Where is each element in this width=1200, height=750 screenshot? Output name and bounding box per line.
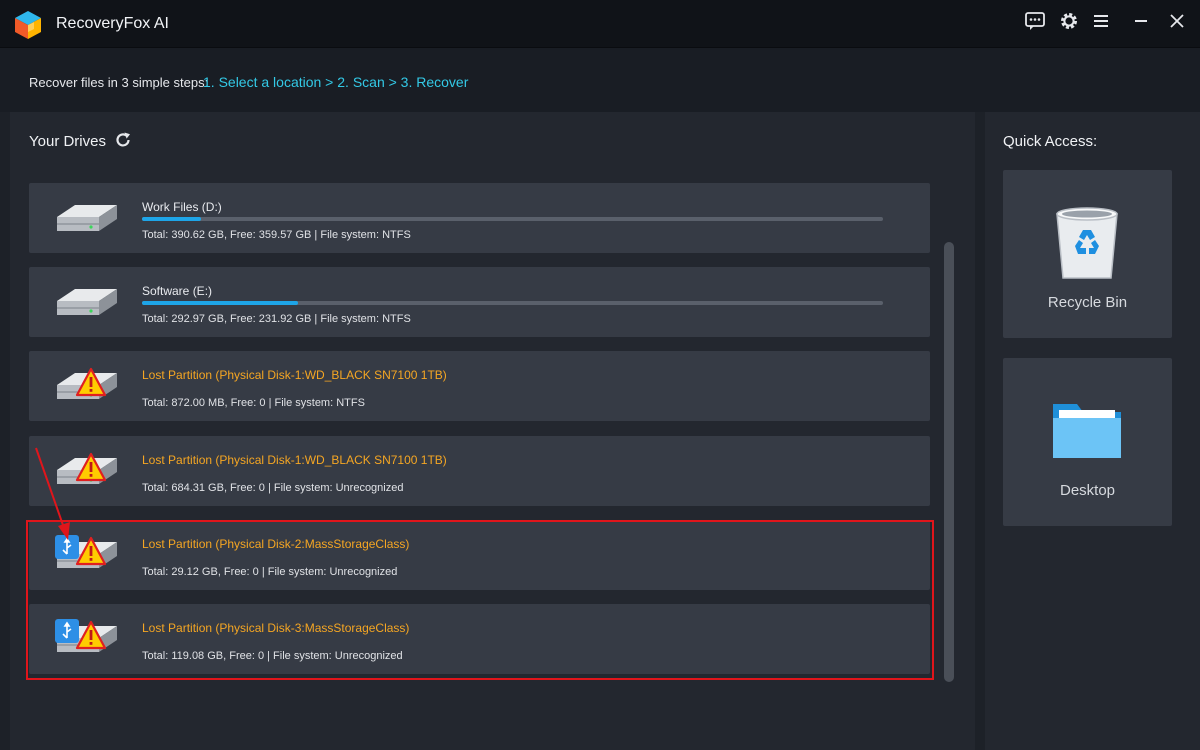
quick-access-panel: Quick Access: Recycle Bin Desktop (985, 112, 1200, 750)
recycle-bin-tile[interactable]: Recycle Bin (1003, 170, 1172, 338)
drives-scrollbar[interactable] (944, 242, 954, 682)
drive-item-work-files[interactable]: Work Files (D:) Total: 390.62 GB, Free: … (29, 183, 930, 253)
title-bar: RecoveryFox AI (0, 0, 1200, 48)
drive-name: Lost Partition (Physical Disk-3:MassStor… (142, 621, 410, 635)
app-title: RecoveryFox AI (56, 15, 169, 32)
usage-bar-fill (142, 217, 202, 221)
drive-info: Total: 29.12 GB, Free: 0 | File system: … (142, 566, 398, 578)
gear-icon[interactable] (1058, 10, 1080, 32)
drive-item-lost-partition-usb-1[interactable]: Lost Partition (Physical Disk-2:MassStor… (29, 520, 930, 590)
app-logo-icon (12, 9, 44, 41)
recycle-bin-label: Recycle Bin (1047, 294, 1128, 311)
hard-drive-icon (51, 281, 123, 323)
close-icon[interactable] (1166, 10, 1188, 32)
desktop-tile[interactable]: Desktop (1003, 358, 1172, 526)
steps-lead-text: Recover files in 3 simple steps: (29, 75, 209, 90)
drive-name: Lost Partition (Physical Disk-1:WD_BLACK… (142, 453, 447, 467)
drive-item-lost-partition-usb-2[interactable]: Lost Partition (Physical Disk-3:MassStor… (29, 604, 930, 674)
desktop-label: Desktop (1059, 482, 1116, 499)
drive-name: Lost Partition (Physical Disk-2:MassStor… (142, 537, 410, 551)
feedback-icon[interactable] (1024, 10, 1046, 32)
drive-name: Software (E:) (142, 284, 213, 298)
usage-bar (142, 301, 883, 305)
drive-item-software[interactable]: Software (E:) Total: 292.97 GB, Free: 23… (29, 267, 930, 337)
usage-bar (142, 217, 883, 221)
drive-info: Total: 119.08 GB, Free: 0 | File system:… (142, 650, 403, 662)
drives-title: Your Drives (29, 133, 106, 150)
steps-path-text: 1. Select a location > 2. Scan > 3. Reco… (203, 74, 469, 90)
recycle-bin-icon (1047, 200, 1127, 280)
drive-info: Total: 292.97 GB, Free: 231.92 GB | File… (142, 313, 411, 325)
quick-access-title: Quick Access: (1003, 133, 1098, 150)
refresh-icon[interactable] (114, 131, 132, 149)
hard-drive-icon (51, 197, 123, 239)
usb-lost-partition-icon (51, 534, 123, 576)
steps-bar: Recover files in 3 simple steps: 1. Sele… (0, 48, 1200, 112)
drive-name: Work Files (D:) (142, 200, 222, 214)
drive-info: Total: 390.62 GB, Free: 359.57 GB | File… (142, 229, 411, 241)
drive-info: Total: 872.00 MB, Free: 0 | File system:… (142, 397, 365, 409)
minimize-icon[interactable] (1130, 10, 1152, 32)
usage-bar-fill (142, 301, 298, 305)
lost-partition-icon (51, 365, 123, 407)
drives-panel: Your Drives Work Files (D:) Total: 390.6… (10, 112, 975, 750)
lost-partition-icon (51, 450, 123, 492)
menu-icon[interactable] (1090, 10, 1112, 32)
usb-lost-partition-icon (51, 618, 123, 660)
drive-name: Lost Partition (Physical Disk-1:WD_BLACK… (142, 368, 447, 382)
drive-item-lost-partition-2[interactable]: Lost Partition (Physical Disk-1:WD_BLACK… (29, 436, 930, 506)
drive-item-lost-partition-1[interactable]: Lost Partition (Physical Disk-1:WD_BLACK… (29, 351, 930, 421)
folder-icon (1047, 388, 1127, 468)
drive-info: Total: 684.31 GB, Free: 0 | File system:… (142, 482, 404, 494)
